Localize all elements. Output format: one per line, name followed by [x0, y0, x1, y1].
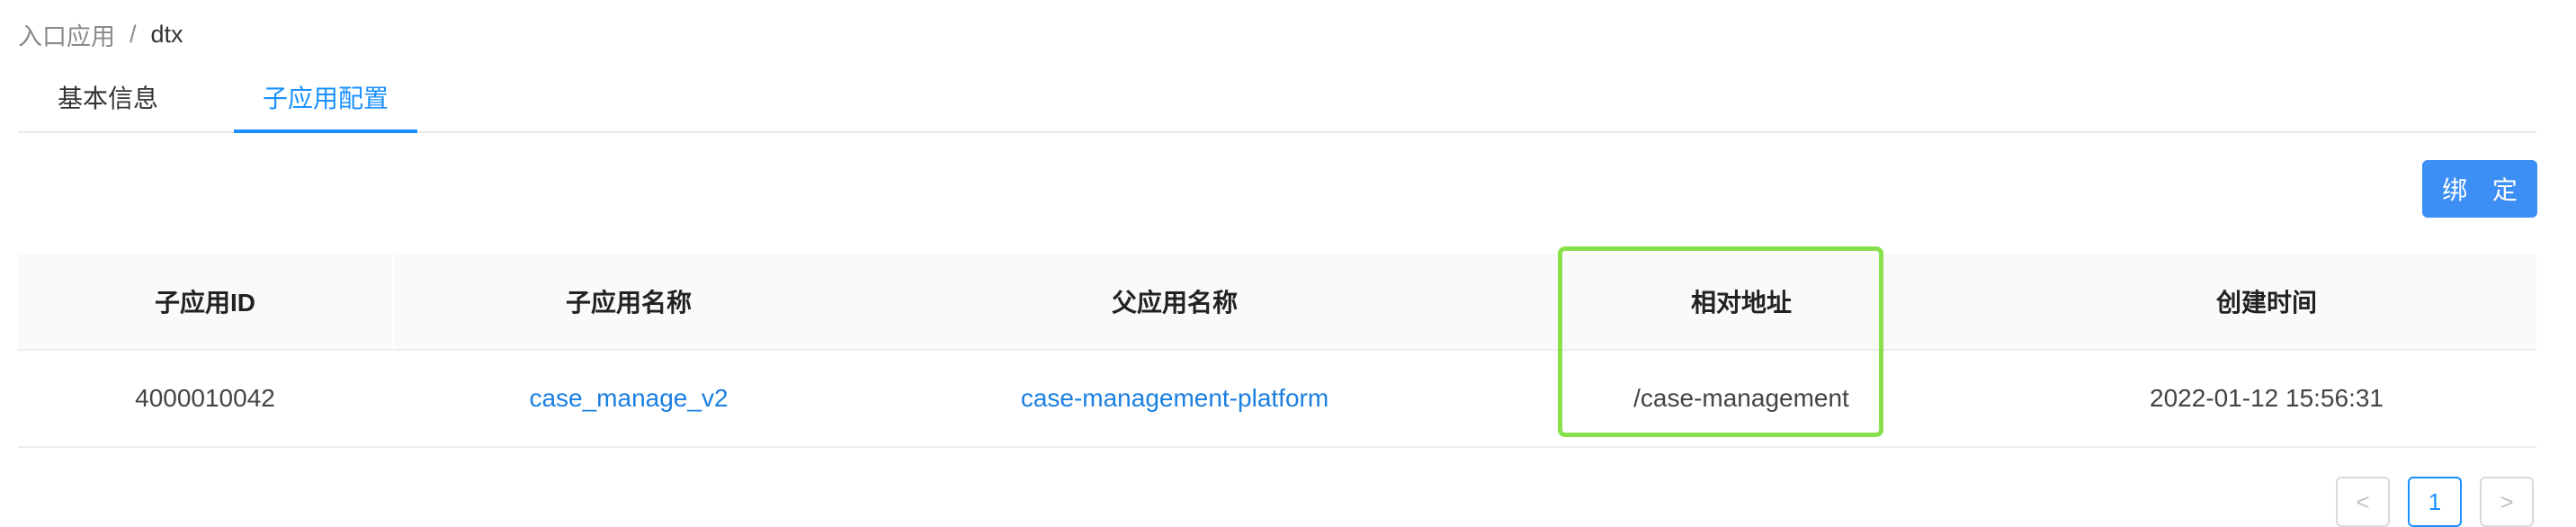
- tab-bar: 基本信息 子应用配置: [18, 65, 2536, 133]
- sub-app-table: 子应用ID 子应用名称 父应用名称 相对地址 创建时间 4000010042 c…: [18, 254, 2536, 448]
- pagination-next-button[interactable]: >: [2480, 477, 2534, 527]
- column-header-parent-app-name: 父应用名称: [1111, 289, 1238, 317]
- column-header-sub-app-name: 子应用名称: [565, 289, 692, 317]
- column-header-sub-app-id: 子应用ID: [154, 289, 255, 317]
- pagination-page-1[interactable]: 1: [2408, 477, 2462, 527]
- column-header-created-at: 创建时间: [2215, 289, 2317, 317]
- breadcrumb: 入口应用 / dtx: [18, 16, 183, 52]
- tab-sub-app-config[interactable]: 子应用配置: [234, 65, 417, 130]
- tab-basic-info[interactable]: 基本信息: [18, 65, 198, 130]
- table-header: 子应用ID 子应用名称 父应用名称 相对地址 创建时间: [18, 254, 2536, 351]
- bind-button[interactable]: 绑 定: [2422, 160, 2537, 218]
- pagination-prev-button[interactable]: <: [2336, 477, 2390, 527]
- sub-app-name-link[interactable]: case_manage_v2: [394, 351, 863, 446]
- column-header-relative-path: 相对地址: [1690, 289, 1792, 317]
- table-row: 4000010042 case_manage_v2 case-managemen…: [18, 351, 2536, 448]
- cell-sub-app-id: 4000010042: [135, 384, 275, 412]
- cell-created-at: 2022-01-12 15:56:31: [2150, 384, 2384, 412]
- cell-relative-path: /case-management: [1633, 384, 1849, 412]
- breadcrumb-current: dtx: [150, 20, 183, 48]
- breadcrumb-separator: /: [130, 20, 137, 48]
- breadcrumb-root[interactable]: 入口应用: [18, 17, 115, 52]
- parent-app-name-link[interactable]: case-management-platform: [863, 351, 1486, 446]
- active-tab-indicator: [234, 130, 417, 133]
